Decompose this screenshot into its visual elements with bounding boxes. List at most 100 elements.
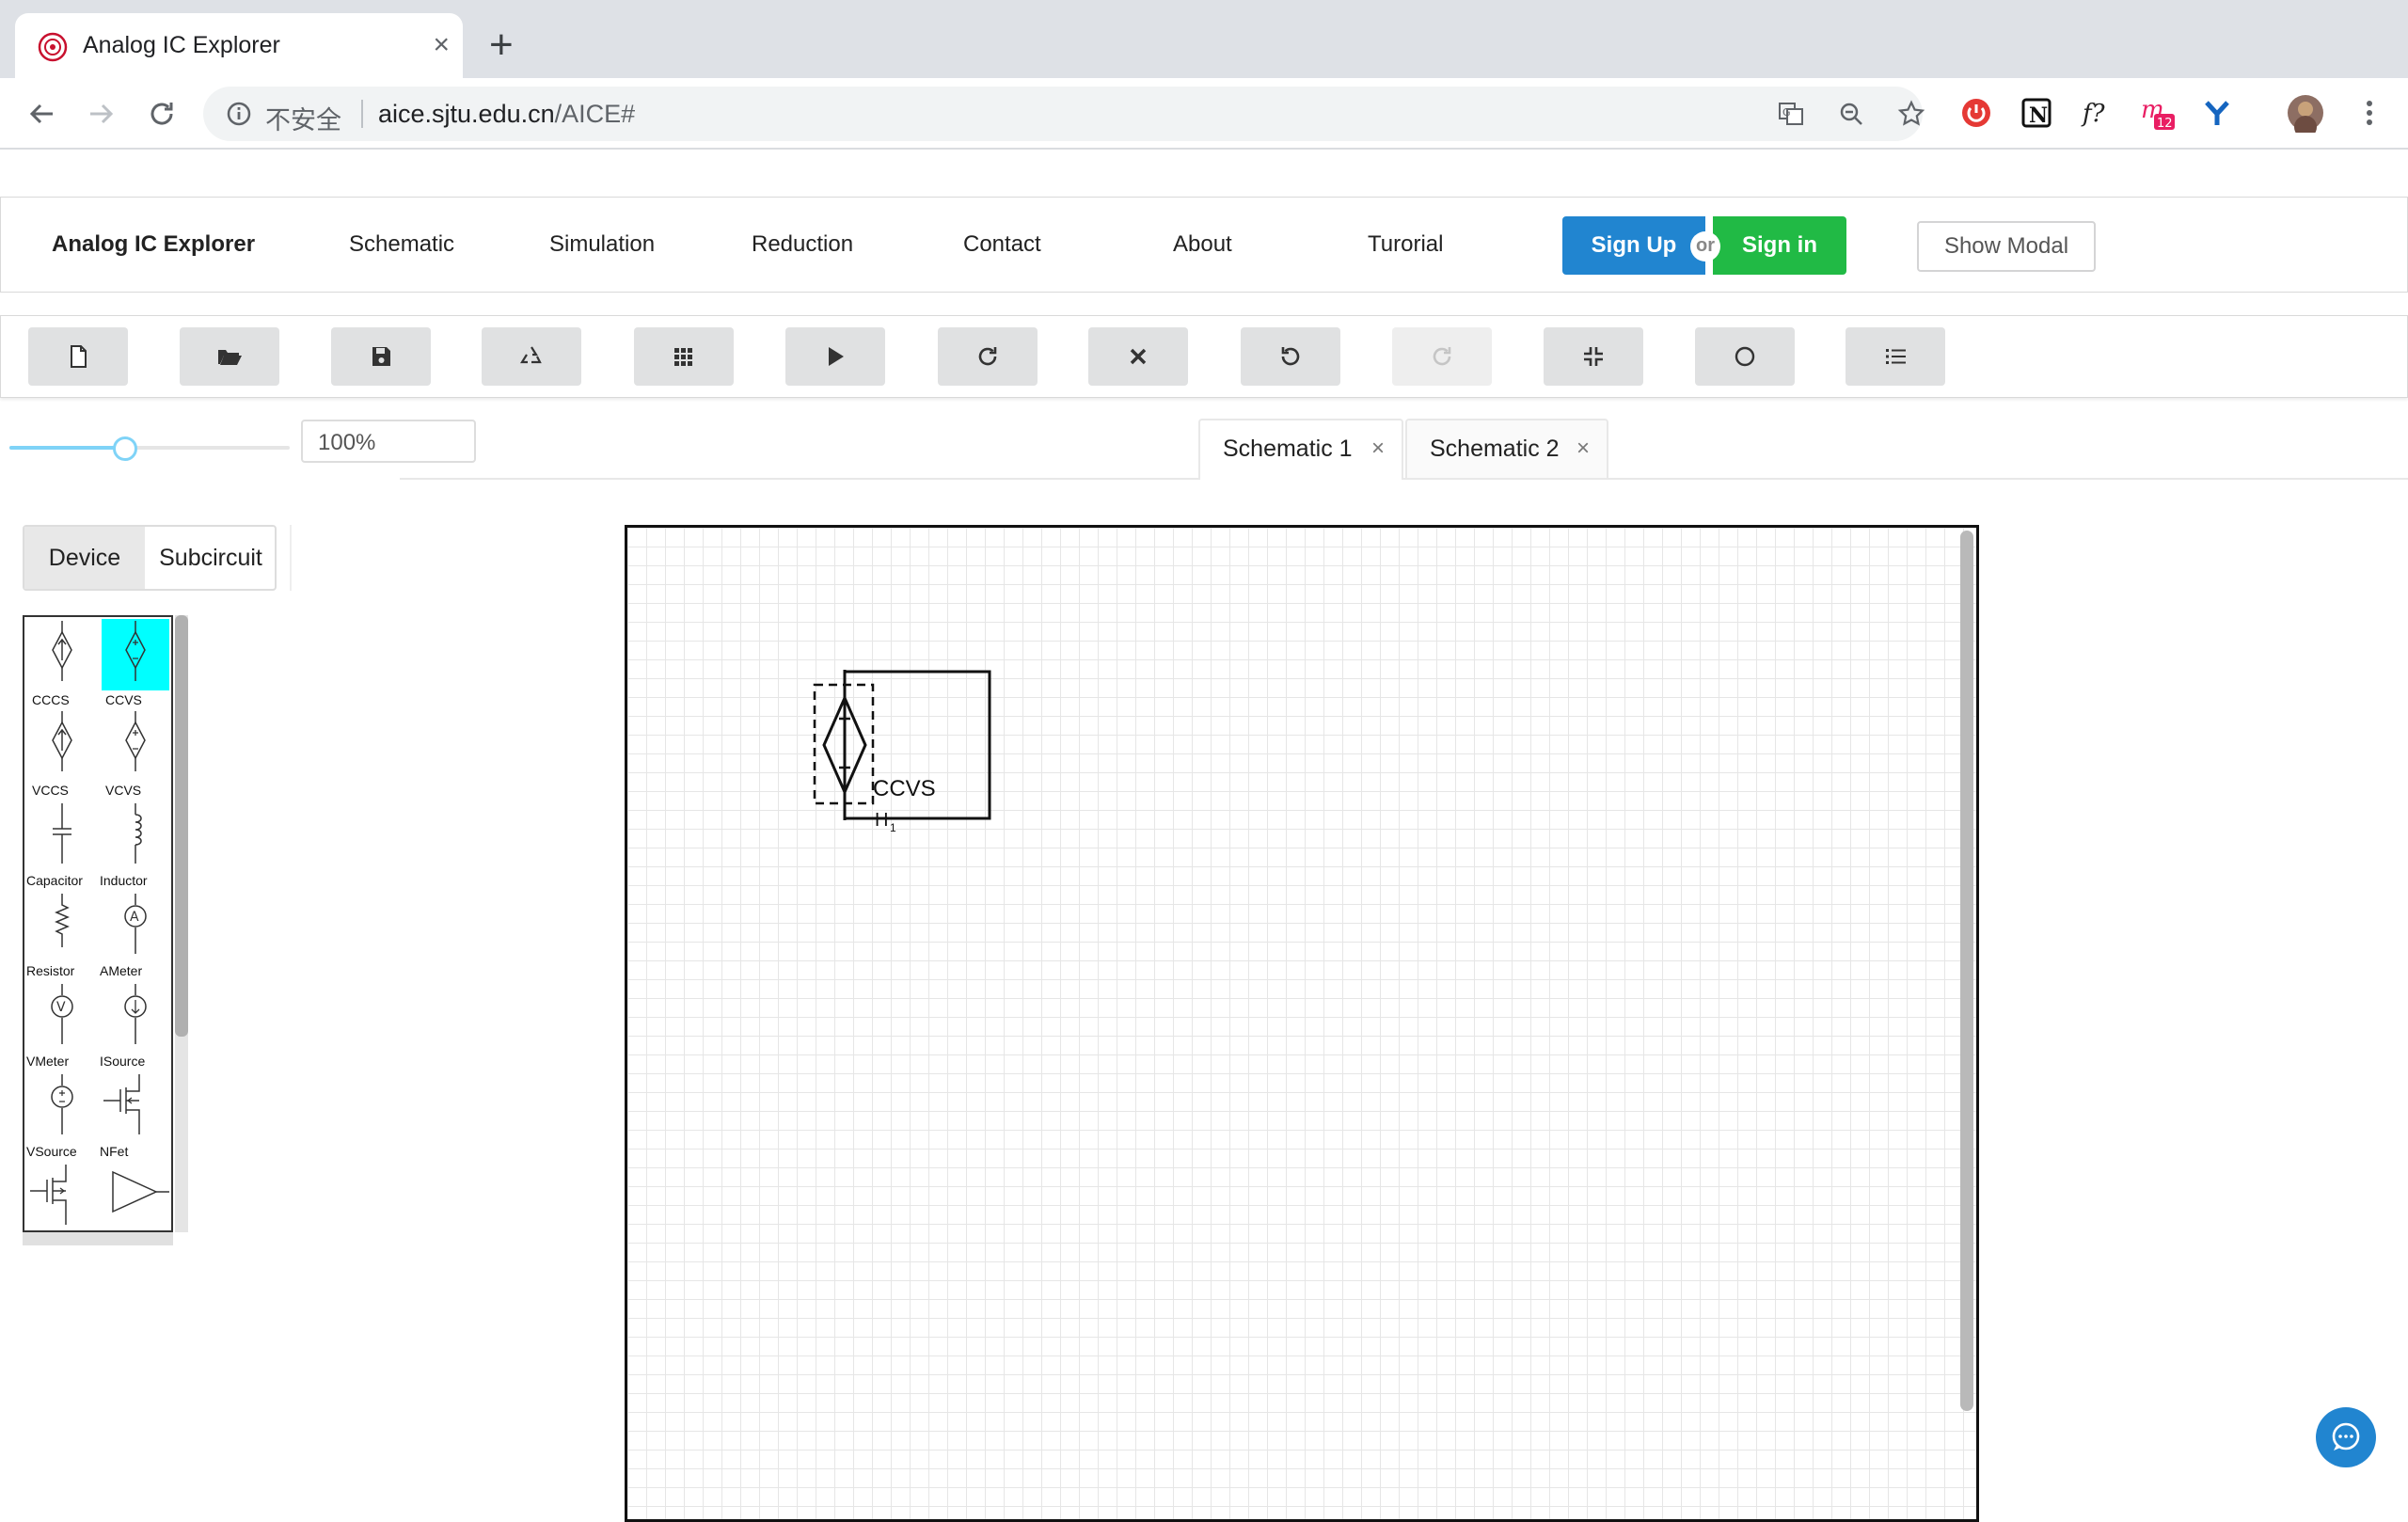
inductor-symbol-icon [135, 803, 142, 864]
device-label: Capacitor [26, 873, 83, 888]
browser-tab-title: Analog IC Explorer [83, 32, 280, 58]
browser-tab[interactable]: Analog IC Explorer × [15, 13, 463, 79]
device-ameter[interactable]: A AMeter [100, 890, 169, 980]
sign-up-button[interactable]: Sign Up [1562, 216, 1705, 275]
device-nfet[interactable]: NFet [100, 1070, 169, 1161]
tab-schematic-1[interactable]: Schematic 1 × [1198, 419, 1403, 480]
grid-button[interactable] [634, 327, 734, 386]
zoom-input[interactable]: 100% [301, 420, 476, 463]
device-ccvs[interactable]: CCVS [100, 619, 169, 709]
url-path: /AICE# [554, 100, 636, 128]
canvas-scrollbar[interactable] [1960, 531, 1973, 1411]
back-arrow-icon[interactable] [23, 95, 60, 133]
app-navbar: Analog IC Explorer Schematic Simulation … [0, 197, 2408, 293]
tab-close-icon[interactable]: × [433, 28, 450, 62]
nav-contact[interactable]: Contact [963, 231, 1041, 258]
device-pfet[interactable] [26, 1161, 96, 1230]
power-extension-icon[interactable] [1958, 95, 1994, 131]
nav-schematic[interactable]: Schematic [349, 231, 454, 258]
reload-icon[interactable] [143, 95, 181, 133]
nav-about[interactable]: About [1173, 231, 1232, 258]
delete-button[interactable] [1088, 327, 1188, 386]
list-button[interactable] [1846, 327, 1945, 386]
device-vccs[interactable]: VCCS [26, 709, 96, 800]
sjtu-favicon-icon [38, 32, 68, 62]
device-label: AMeter [100, 963, 143, 978]
extension-badge: 12 [2157, 117, 2173, 131]
device-label: VSource [26, 1144, 77, 1159]
palette-scrollbar-thumb[interactable] [175, 615, 188, 1037]
svg-text:A: A [130, 910, 139, 925]
close-icon [1130, 348, 1147, 365]
palette-horizontal-scrollbar[interactable] [23, 1232, 173, 1245]
tab-schematic-2[interactable]: Schematic 2 × [1405, 419, 1608, 478]
component-subscript: 1 [890, 821, 896, 834]
address-bar[interactable]: 不安全 aice.sjtu.edu.cn/AICE# G [203, 87, 1926, 141]
device-vsource[interactable]: VSource [26, 1070, 96, 1161]
ameter-symbol-icon: A [124, 894, 147, 954]
device-tab[interactable]: Device [24, 527, 145, 589]
ccvs-component[interactable]: CCVS H 1 [811, 670, 999, 839]
device-resistor[interactable]: Resistor [26, 890, 96, 980]
open-folder-button[interactable] [180, 327, 279, 386]
url-text[interactable]: aice.sjtu.edu.cn/AICE# [378, 100, 635, 129]
menu-kebab-icon[interactable] [2352, 95, 2387, 131]
notion-extension-icon[interactable]: N [2019, 95, 2054, 131]
tab-close-icon[interactable]: × [1576, 420, 1590, 477]
formula-extension-icon[interactable]: f? [2079, 95, 2115, 131]
nfet-symbol-icon [103, 1074, 140, 1134]
forward-arrow-icon[interactable] [83, 95, 120, 133]
info-icon[interactable] [224, 99, 254, 129]
compress-button[interactable] [1544, 327, 1643, 386]
zoom-slider-handle[interactable] [113, 436, 137, 461]
new-tab-button[interactable]: + [489, 24, 514, 66]
compress-icon [1584, 347, 1603, 366]
device-inductor[interactable]: Inductor [100, 800, 169, 890]
brand-logo-text[interactable]: Analog IC Explorer [52, 231, 255, 258]
security-label: 不安全 [265, 106, 341, 135]
device-vmeter[interactable]: V VMeter [26, 980, 96, 1070]
device-isource[interactable]: ISource [100, 980, 169, 1070]
device-capacitor[interactable]: Capacitor [26, 800, 96, 890]
recycle-icon [520, 346, 542, 364]
tab-close-icon[interactable]: × [1371, 420, 1385, 477]
redo-icon [1433, 347, 1451, 366]
circle-button[interactable] [1695, 327, 1795, 386]
redo-button[interactable] [1392, 327, 1492, 386]
nav-reduction[interactable]: Reduction [752, 231, 853, 258]
run-simulation-button[interactable] [785, 327, 885, 386]
undo-button[interactable] [1241, 327, 1340, 386]
y-extension-icon[interactable] [2199, 95, 2235, 131]
list-ordered-icon [1886, 349, 1906, 364]
m-extension-icon[interactable]: m12 [2139, 95, 2175, 131]
device-opamp[interactable] [100, 1161, 169, 1230]
device-cccs[interactable]: CCCS [26, 619, 96, 709]
nav-simulation[interactable]: Simulation [549, 231, 655, 258]
zoom-slider-fill [9, 446, 124, 450]
refresh-button[interactable] [938, 327, 1038, 386]
chat-button[interactable] [2316, 1407, 2376, 1467]
save-button[interactable] [331, 327, 431, 386]
profile-avatar-icon[interactable] [2286, 93, 2325, 133]
translate-icon[interactable]: G [1776, 99, 1806, 129]
redo-circle-icon [978, 347, 997, 366]
opamp-symbol-icon [112, 1170, 169, 1213]
device-vcvs[interactable]: VCVS [100, 709, 169, 800]
circle-icon [1735, 346, 1755, 367]
vmeter-symbol-icon: V [51, 984, 73, 1044]
subcircuit-tab[interactable]: Subcircuit [145, 527, 277, 589]
svg-text:f?: f? [2081, 100, 2106, 128]
bookmark-star-icon[interactable] [1896, 99, 1926, 129]
panel-divider [290, 525, 292, 591]
new-file-button[interactable] [28, 327, 128, 386]
ccvs-symbol-icon [102, 619, 169, 690]
chat-bubble-icon [2332, 1422, 2360, 1451]
sign-in-button[interactable]: Sign in [1713, 216, 1846, 275]
vsource-symbol-icon [51, 1074, 73, 1134]
zoom-out-icon[interactable] [1836, 99, 1866, 129]
component-type-label: CCVS [873, 776, 936, 801]
show-modal-button[interactable]: Show Modal [1917, 221, 2096, 272]
address-divider [361, 100, 363, 128]
nav-tutorial[interactable]: Turorial [1368, 231, 1443, 258]
recycle-button[interactable] [482, 327, 581, 386]
